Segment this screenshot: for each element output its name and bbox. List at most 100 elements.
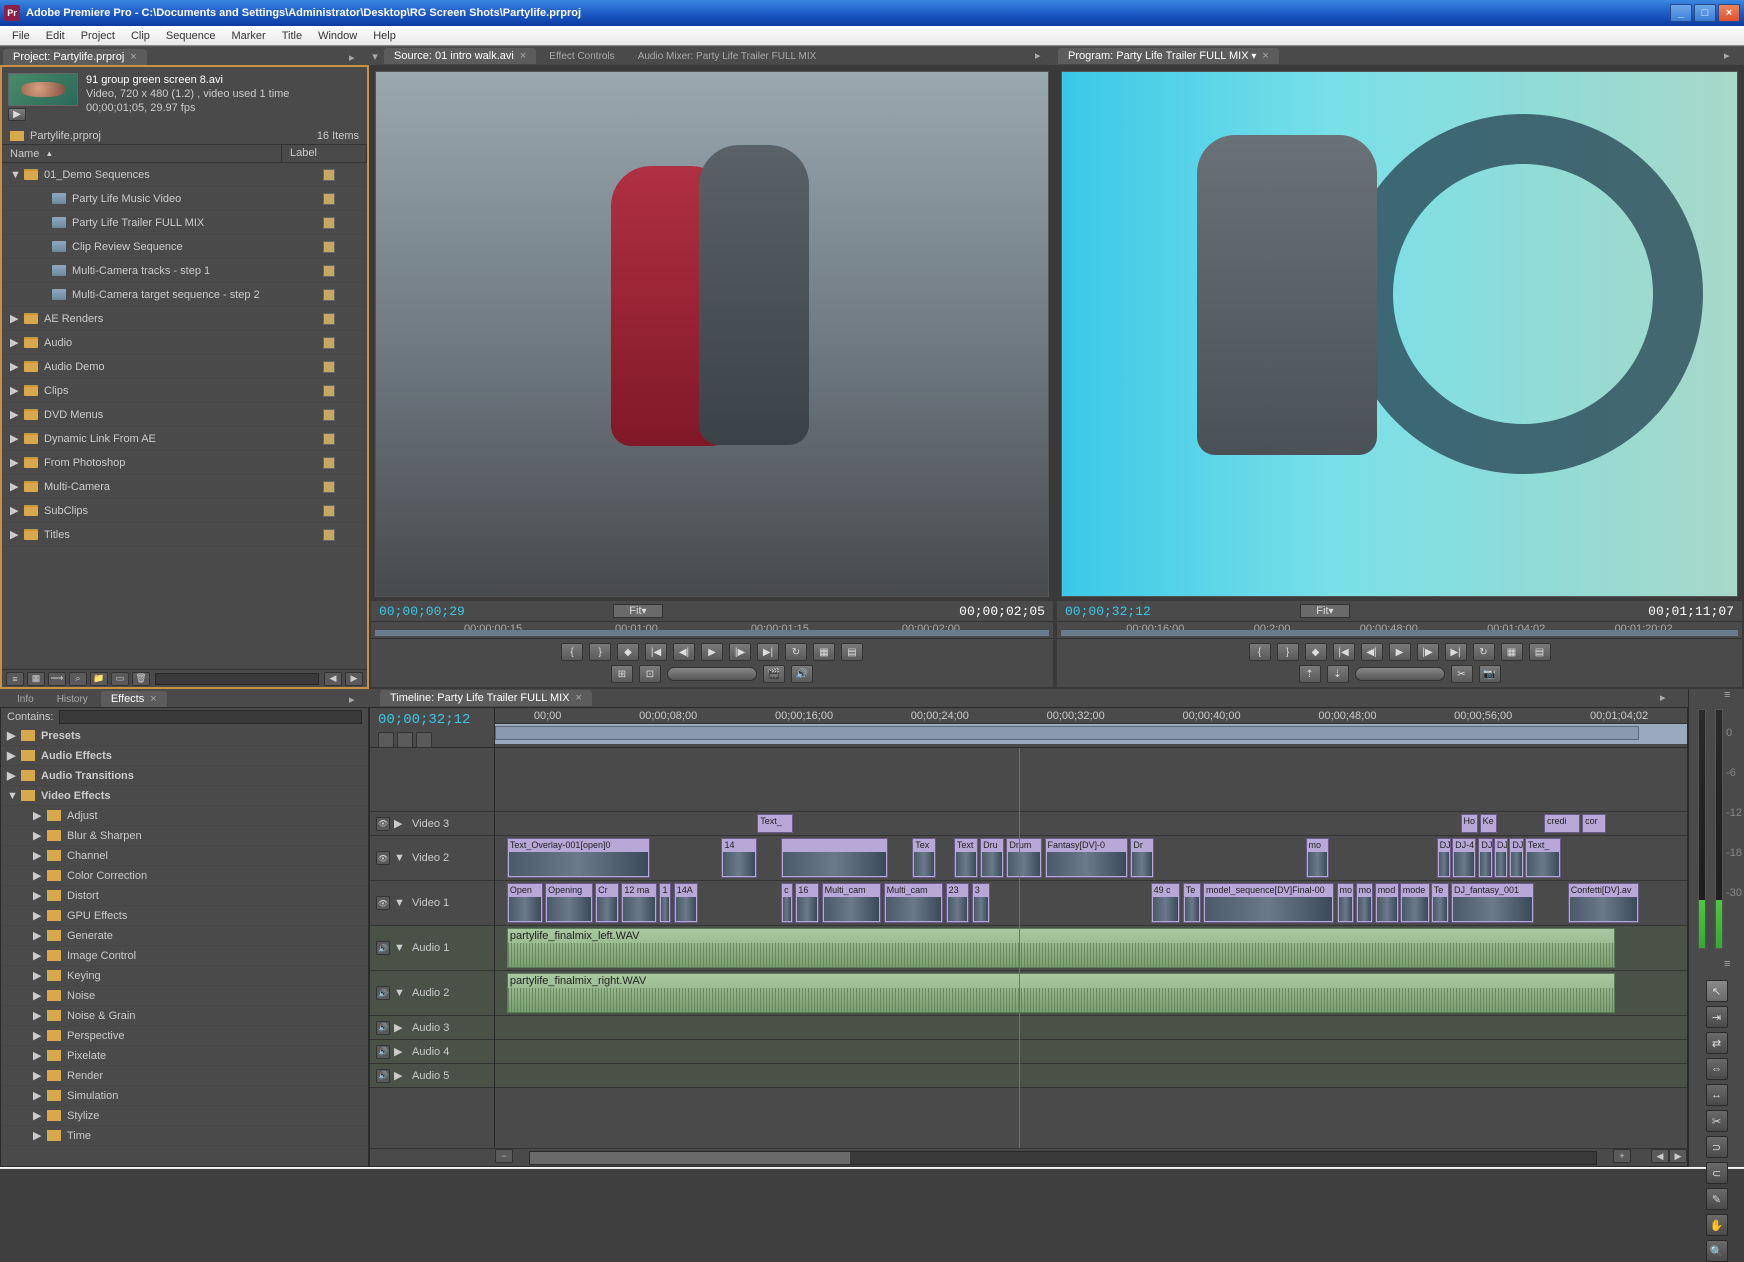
new-bin-button[interactable]: 📁 <box>90 672 108 686</box>
panel-menu-icon[interactable]: ▸ <box>349 693 363 707</box>
twisty-icon[interactable]: ▶ <box>33 1109 43 1122</box>
menu-project[interactable]: Project <box>73 28 123 44</box>
video-clip[interactable]: DJ <box>1494 838 1508 878</box>
video-clip[interactable]: Text_ <box>757 814 793 833</box>
effects-search-input[interactable] <box>59 710 362 724</box>
razor-tool[interactable]: ✂ <box>1706 1110 1728 1132</box>
twisty-icon[interactable]: ▶ <box>33 1069 43 1082</box>
output-button[interactable]: ▤ <box>1529 643 1551 661</box>
video-clip[interactable]: model_sequence[DV]Final-00 <box>1203 883 1334 923</box>
label-swatch[interactable] <box>323 217 335 229</box>
menu-sequence[interactable]: Sequence <box>158 28 224 44</box>
effect-item[interactable]: ▶Render <box>1 1066 368 1086</box>
video-clip[interactable]: 14A <box>674 883 698 923</box>
video-clip[interactable]: DJ-4 <box>1452 838 1476 878</box>
video-clip[interactable]: mo <box>1306 838 1330 878</box>
slide-tool[interactable]: ⊂ <box>1706 1162 1728 1184</box>
timeline-h-scrollbar[interactable] <box>529 1151 1597 1165</box>
video-clip[interactable]: Text_Overlay-001[open]0 <box>507 838 650 878</box>
effect-item[interactable]: ▶Audio Effects <box>1 746 368 766</box>
track-header-v2[interactable]: 👁▼Video 2 <box>370 836 494 881</box>
audio-clip[interactable]: partylife_finalmix_right.WAV <box>507 973 1616 1013</box>
step-fwd-button[interactable]: |▶ <box>729 643 751 661</box>
label-swatch[interactable] <box>323 169 335 181</box>
video-clip[interactable]: Multi_cam <box>822 883 882 923</box>
label-swatch[interactable] <box>323 481 335 493</box>
zoom-out-button[interactable]: − <box>495 1149 513 1163</box>
tree-row[interactable]: ▶Titles <box>2 523 367 547</box>
twisty-icon[interactable]: ▼ <box>10 169 20 181</box>
track-header-a5[interactable]: 🔊▶Audio 5 <box>370 1064 494 1088</box>
source-viewer[interactable] <box>375 71 1049 597</box>
mark-out-button[interactable]: } <box>589 643 611 661</box>
label-swatch[interactable] <box>323 361 335 373</box>
video-clip[interactable]: 16 <box>795 883 819 923</box>
h-scrollbar[interactable] <box>155 673 319 685</box>
video-clip[interactable]: Ho <box>1461 814 1479 833</box>
video-clip[interactable]: Multi_cam <box>884 883 944 923</box>
panel-menu-icon[interactable]: ▸ <box>1724 49 1738 63</box>
panel-menu-icon[interactable]: ▸ <box>349 51 363 65</box>
twisty-icon[interactable]: ▶ <box>10 408 20 421</box>
history-tab[interactable]: History <box>47 692 98 707</box>
export-frame-button[interactable]: 📷 <box>1479 665 1501 683</box>
next-edit-button[interactable]: ▶| <box>1445 643 1467 661</box>
tab-close-icon[interactable]: × <box>520 50 526 62</box>
tree-row[interactable]: Clip Review Sequence <box>2 235 367 259</box>
scroll-left-button[interactable]: ◀ <box>1651 1149 1669 1163</box>
menu-file[interactable]: File <box>4 28 38 44</box>
marker-button[interactable] <box>397 732 413 748</box>
twisty-icon[interactable]: ▶ <box>33 809 43 822</box>
hand-tool[interactable]: ✋ <box>1706 1214 1728 1236</box>
label-swatch[interactable] <box>323 265 335 277</box>
program-tc-pos[interactable]: 00;00;32;12 <box>1065 604 1151 619</box>
effect-item[interactable]: ▶Blur & Sharpen <box>1 826 368 846</box>
close-button[interactable]: × <box>1718 4 1740 22</box>
step-back-button[interactable]: ◀| <box>673 643 695 661</box>
track-header-v3[interactable]: 👁▶Video 3 <box>370 812 494 836</box>
effect-item[interactable]: ▶Pixelate <box>1 1046 368 1066</box>
effect-item[interactable]: ▶Stylize <box>1 1106 368 1126</box>
tree-row[interactable]: Party Life Trailer FULL MIX <box>2 211 367 235</box>
label-swatch[interactable] <box>323 385 335 397</box>
twisty-icon[interactable]: ▶ <box>33 1089 43 1102</box>
extract-button[interactable]: ⇣ <box>1327 665 1349 683</box>
video-clip[interactable]: Text_ <box>1525 838 1561 878</box>
twisty-icon[interactable]: ▶ <box>10 504 20 517</box>
automate-button[interactable]: ⟶ <box>48 672 66 686</box>
minimize-button[interactable]: _ <box>1670 4 1692 22</box>
twisty-icon[interactable]: ▶ <box>33 1009 43 1022</box>
speaker-icon[interactable]: 🔊 <box>376 1045 390 1059</box>
video-clip[interactable]: Cr <box>595 883 619 923</box>
tree-row[interactable]: ▶DVD Menus <box>2 403 367 427</box>
twisty-icon[interactable]: ▶ <box>10 336 20 349</box>
video-clip[interactable]: credi <box>1544 814 1580 833</box>
effect-item[interactable]: ▶Presets <box>1 726 368 746</box>
effect-item[interactable]: ▶Simulation <box>1 1086 368 1106</box>
effect-item[interactable]: ▶GPU Effects <box>1 906 368 926</box>
output-button[interactable]: ▤ <box>841 643 863 661</box>
twisty-icon[interactable]: ▶ <box>33 869 43 882</box>
rolling-edit-tool[interactable]: ⇔ <box>1706 1058 1728 1080</box>
trim-button[interactable]: ✂ <box>1451 665 1473 683</box>
label-swatch[interactable] <box>323 241 335 253</box>
effect-item[interactable]: ▶Perspective <box>1 1026 368 1046</box>
col-name[interactable]: Name▲ <box>2 145 282 162</box>
tree-row[interactable]: Party Life Music Video <box>2 187 367 211</box>
twisty-icon[interactable]: ▶ <box>7 729 17 742</box>
jog-shuttle[interactable] <box>667 667 757 681</box>
video-clip[interactable]: DJ <box>1437 838 1451 878</box>
video-clip[interactable]: Dr <box>1130 838 1154 878</box>
icon-view-button[interactable]: ▦ <box>27 672 45 686</box>
video-clip[interactable]: Text <box>954 838 978 878</box>
twisty-icon[interactable]: ▶ <box>33 1129 43 1142</box>
video-clip[interactable]: 49 c <box>1151 883 1181 923</box>
col-label[interactable]: Label <box>282 145 367 162</box>
source-ruler[interactable]: 00;00;00;1500;01;0000;00;01;1500;00;02;0… <box>371 621 1053 639</box>
effect-item[interactable]: ▶Time <box>1 1126 368 1146</box>
menu-marker[interactable]: Marker <box>223 28 273 44</box>
set-marker-button[interactable]: ◆ <box>617 643 639 661</box>
video-clip[interactable]: mo <box>1356 883 1374 923</box>
effect-item[interactable]: ▶Noise & Grain <box>1 1006 368 1026</box>
video-clip[interactable]: Te <box>1431 883 1449 923</box>
